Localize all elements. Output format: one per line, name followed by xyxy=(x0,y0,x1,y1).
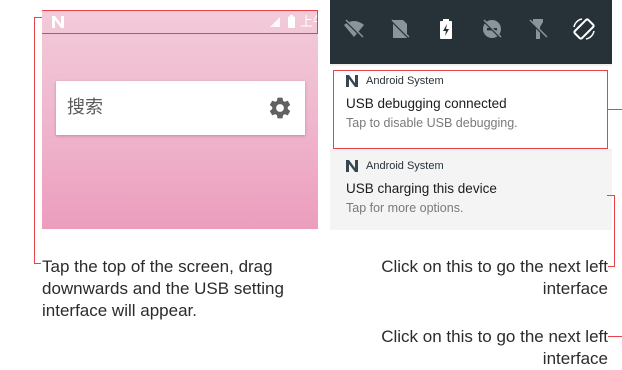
battery-charging-icon[interactable] xyxy=(434,17,458,41)
annotation-line xyxy=(34,17,42,18)
annotation-line xyxy=(608,336,622,337)
search-label: 搜索 xyxy=(67,97,103,118)
annotation-line xyxy=(333,70,608,71)
annotation-line xyxy=(333,70,334,149)
notification-usb-charging[interactable]: Android System USB charging this device … xyxy=(330,151,612,230)
notification-title: USB debugging connected xyxy=(346,96,507,111)
signal-icon xyxy=(270,17,280,27)
android-system-icon xyxy=(346,160,358,172)
caption-right-lower: Click on this to go the next left interf… xyxy=(381,327,608,368)
auto-rotate-icon[interactable] xyxy=(572,17,596,41)
android-system-icon xyxy=(346,75,358,87)
annotation-line xyxy=(614,195,615,267)
notification-body: Tap to disable USB debugging. xyxy=(346,116,518,130)
annotation-line xyxy=(34,17,35,264)
annotation-line xyxy=(608,109,622,110)
flashlight-off-icon[interactable] xyxy=(526,17,550,41)
caption-left: Tap the top of the screen, drag downward… xyxy=(42,257,284,320)
search-widget[interactable]: 搜索 xyxy=(56,81,305,135)
gear-icon[interactable] xyxy=(267,95,293,121)
annotation-line xyxy=(42,33,318,34)
battery-icon xyxy=(288,15,295,28)
dnd-off-icon[interactable] xyxy=(480,17,504,41)
status-time: 上午3:39 xyxy=(300,14,318,29)
signal-off-icon[interactable] xyxy=(388,17,412,41)
annotation-line xyxy=(333,148,608,149)
wifi-off-icon[interactable] xyxy=(342,17,366,41)
notification-title: USB charging this device xyxy=(346,181,497,196)
notification-usb-debugging[interactable]: Android System USB debugging connected T… xyxy=(330,66,612,149)
caption-right-upper: Click on this to go the next left interf… xyxy=(381,257,608,298)
notification-shade-screenshot: Android System USB debugging connected T… xyxy=(330,0,612,230)
annotation-line xyxy=(42,10,318,11)
notification-body: Tap for more options. xyxy=(346,201,464,215)
annotation-line xyxy=(608,266,615,267)
status-bar[interactable]: 上午3:39 xyxy=(42,10,318,34)
annotation-line xyxy=(34,263,41,264)
quick-settings-bar xyxy=(330,0,612,64)
notification-app-name: Android System xyxy=(366,75,444,87)
annotation-line xyxy=(317,10,318,34)
notification-app-name: Android System xyxy=(366,160,444,172)
android-n-icon xyxy=(52,16,64,28)
home-screen-screenshot: 上午3:39 搜索 xyxy=(42,10,318,229)
